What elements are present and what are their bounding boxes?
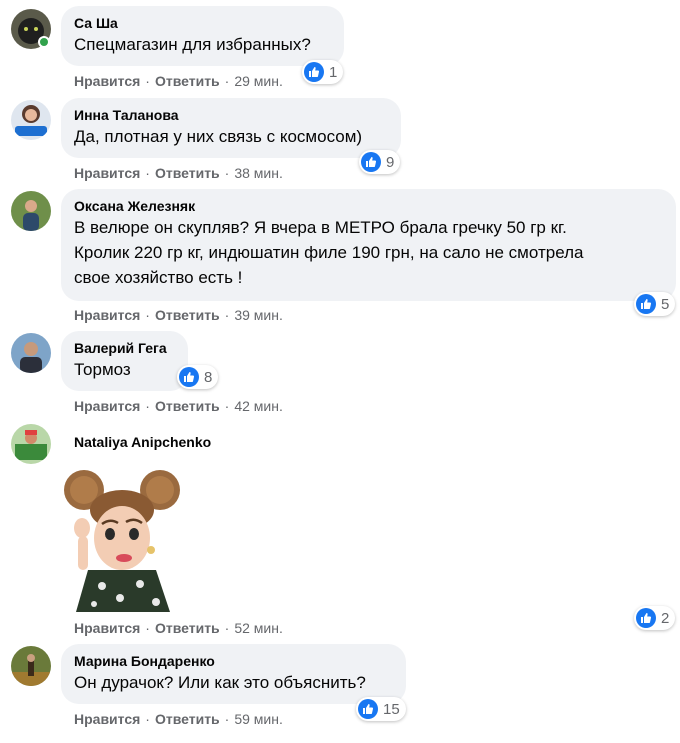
comment-author[interactable]: Са Ша — [74, 14, 332, 32]
comment-time[interactable]: 38 мин. — [234, 165, 283, 181]
comment-time[interactable]: 42 мин. — [234, 398, 283, 414]
comment-actions: Нравится · Ответить · 29 мин. — [74, 73, 283, 89]
comment-text-line: свое хозяйство есть ! — [74, 268, 243, 287]
like-button[interactable]: Нравится — [74, 620, 140, 636]
comment-time[interactable]: 59 мин. — [234, 711, 283, 727]
reaction-count[interactable]: 9 — [359, 150, 401, 174]
reply-button[interactable]: Ответить — [155, 620, 220, 636]
reaction-count[interactable]: 2 — [634, 606, 676, 630]
reaction-number: 2 — [661, 609, 670, 627]
reaction-count[interactable]: 8 — [177, 365, 219, 389]
reaction-number: 15 — [383, 700, 400, 718]
reply-button[interactable]: Ответить — [155, 165, 220, 181]
comment-actions: Нравится · Ответить · 39 мин. — [74, 307, 283, 323]
like-icon — [179, 367, 199, 387]
like-icon — [361, 152, 381, 172]
comment-author[interactable]: Валерий Гега — [74, 339, 176, 357]
comment-bubble: Инна Таланова Да, плотная у них связь с … — [61, 98, 401, 158]
comment-actions: Нравится · Ответить · 52 мин. — [74, 620, 283, 636]
comment-actions: Нравится · Ответить · 59 мин. — [74, 711, 283, 727]
comment-time[interactable]: 52 мин. — [234, 620, 283, 636]
comment-bubble: Валерий Гега Тормоз — [61, 331, 188, 391]
avatar[interactable] — [11, 646, 51, 686]
like-button[interactable]: Нравится — [74, 398, 140, 414]
comment-text: Он дурачок? Или как это объяснить? — [74, 673, 366, 692]
comment-time[interactable]: 39 мин. — [234, 307, 283, 323]
comment-bubble: Са Ша Спецмагазин для избранных? — [61, 6, 344, 66]
comment-text: Да, плотная у них связь с космосом) — [74, 127, 363, 146]
comment-actions: Нравится · Ответить · 38 мин. — [74, 165, 283, 181]
avatar[interactable] — [11, 191, 51, 231]
reaction-count[interactable]: 5 — [634, 292, 676, 316]
comment-time[interactable]: 29 мин. — [234, 73, 283, 89]
like-button[interactable]: Нравится — [74, 307, 140, 323]
reply-button[interactable]: Ответить — [155, 711, 220, 727]
like-icon — [636, 608, 656, 628]
comment-author[interactable]: Nataliya Anipchenko — [74, 434, 211, 450]
reply-button[interactable]: Ответить — [155, 73, 220, 89]
like-icon — [636, 294, 656, 314]
comment-author[interactable]: Инна Таланова — [74, 106, 389, 124]
reaction-number: 9 — [386, 153, 395, 171]
reaction-count[interactable]: 1 — [302, 60, 344, 84]
comment-actions: Нравится · Ответить · 42 мин. — [74, 398, 283, 414]
reaction-number: 1 — [329, 63, 338, 81]
avatar[interactable] — [11, 424, 51, 464]
like-icon — [358, 699, 378, 719]
comment-text-line: В велюре он скупляв? Я вчера в МЕТРО бра… — [74, 218, 567, 237]
comment-text: Тормоз — [74, 360, 131, 379]
reply-button[interactable]: Ответить — [155, 307, 220, 323]
comment-author[interactable]: Марина Бондаренко — [74, 652, 394, 670]
thinking-girl-sticker[interactable] — [62, 458, 182, 612]
avatar[interactable] — [11, 333, 51, 373]
reply-button[interactable]: Ответить — [155, 398, 220, 414]
online-status-dot — [38, 36, 50, 48]
comment-bubble: Оксана Железняк В велюре он скупляв? Я в… — [61, 189, 676, 301]
like-button[interactable]: Нравится — [74, 73, 140, 89]
comment-text-line: Кролик 220 гр кг, индюшатин филе 190 грн… — [74, 243, 584, 262]
like-icon — [304, 62, 324, 82]
like-button[interactable]: Нравится — [74, 711, 140, 727]
comment-author[interactable]: Оксана Железняк — [74, 197, 664, 215]
comment-text: Спецмагазин для избранных? — [74, 35, 311, 54]
avatar[interactable] — [11, 100, 51, 140]
reaction-number: 8 — [204, 368, 213, 386]
like-button[interactable]: Нравится — [74, 165, 140, 181]
reaction-number: 5 — [661, 295, 670, 313]
comment-bubble: Марина Бондаренко Он дурачок? Или как эт… — [61, 644, 406, 704]
reaction-count[interactable]: 15 — [356, 697, 406, 721]
